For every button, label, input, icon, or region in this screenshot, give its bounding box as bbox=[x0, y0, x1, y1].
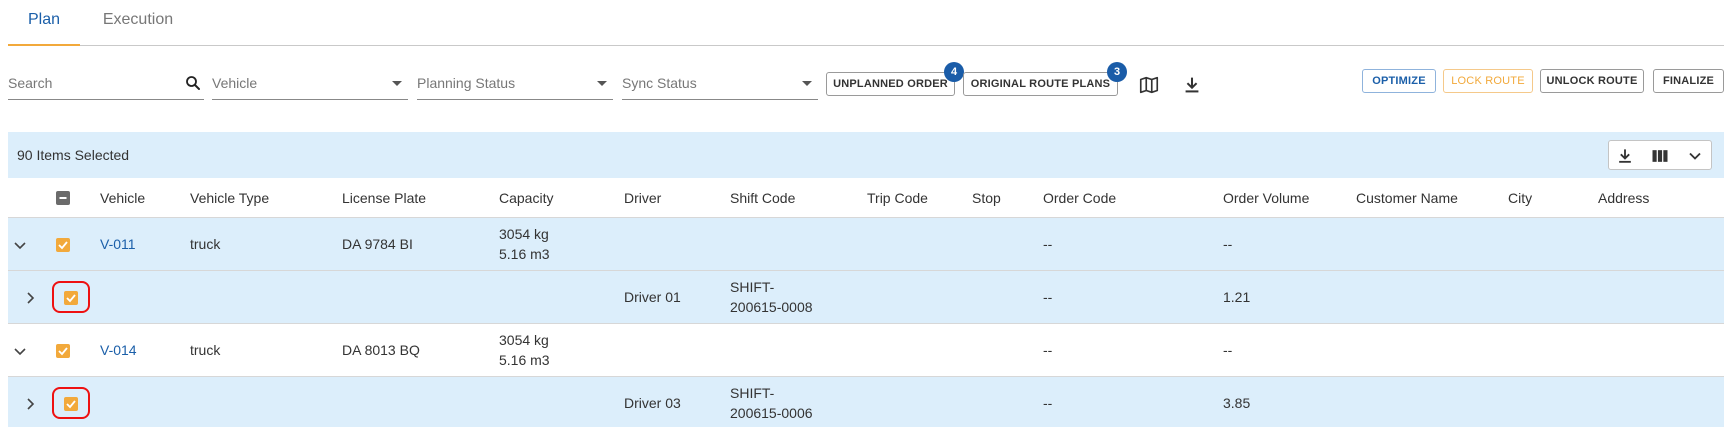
shift-code-line2: 200615-0008 bbox=[730, 299, 813, 315]
chevron-right-icon[interactable] bbox=[22, 396, 38, 412]
dropdown-caret-icon bbox=[597, 81, 607, 86]
license-plate-cell: DA 9784 BI bbox=[342, 236, 413, 252]
vehicle-link[interactable]: V-011 bbox=[100, 234, 136, 254]
unplanned-order-count-badge: 4 bbox=[944, 62, 964, 82]
dropdown-caret-icon bbox=[802, 81, 812, 86]
order-code-cell: -- bbox=[1043, 395, 1053, 411]
column-header-order-code[interactable]: Order Code bbox=[1043, 190, 1116, 206]
search-icon[interactable] bbox=[184, 74, 202, 92]
dropdown-caret-icon bbox=[392, 81, 402, 86]
order-volume-cell: 1.21 bbox=[1223, 289, 1251, 305]
column-header-vehicle[interactable]: Vehicle bbox=[100, 190, 145, 206]
shift-code-line1: SHIFT- bbox=[730, 385, 775, 401]
vehicle-select-placeholder: Vehicle bbox=[212, 75, 258, 91]
chevron-down-icon[interactable] bbox=[12, 343, 28, 359]
checkbox-checked-icon[interactable] bbox=[64, 291, 78, 305]
table-row[interactable]: V-014 truck DA 8013 BQ 3054 kg 5.16 m3 -… bbox=[8, 324, 1724, 377]
order-code-cell: -- bbox=[1043, 289, 1053, 305]
driver-cell: Driver 01 bbox=[624, 289, 681, 305]
license-plate-cell: DA 8013 BQ bbox=[342, 342, 420, 358]
column-header-order-volume[interactable]: Order Volume bbox=[1223, 190, 1309, 206]
column-header-stop[interactable]: Stop bbox=[972, 190, 1001, 206]
order-volume-cell: -- bbox=[1223, 236, 1233, 252]
table-tools bbox=[1608, 140, 1712, 170]
download-icon[interactable] bbox=[1181, 74, 1203, 96]
driver-cell: Driver 03 bbox=[624, 395, 681, 411]
checkbox-checked-icon[interactable] bbox=[64, 397, 78, 411]
column-header-capacity[interactable]: Capacity bbox=[499, 190, 553, 206]
selected-items-count: 90 Items Selected bbox=[17, 147, 130, 163]
column-header-vehicle-type[interactable]: Vehicle Type bbox=[190, 190, 269, 206]
download-icon[interactable] bbox=[1615, 146, 1635, 166]
optimize-button[interactable]: OPTIMIZE bbox=[1362, 69, 1436, 93]
chevron-down-icon[interactable] bbox=[1685, 146, 1705, 166]
column-header-license-plate[interactable]: License Plate bbox=[342, 190, 426, 206]
map-icon[interactable] bbox=[1138, 74, 1160, 96]
selection-bar: 90 Items Selected bbox=[8, 132, 1724, 178]
checkbox-indeterminate-icon[interactable] bbox=[56, 191, 70, 205]
vehicle-link[interactable]: V-014 bbox=[100, 340, 137, 360]
columns-icon[interactable] bbox=[1650, 146, 1670, 166]
table-row[interactable]: Driver 03 SHIFT- 200615-0006 -- 3.85 bbox=[8, 377, 1724, 427]
capacity-volume-cell: 5.16 m3 bbox=[499, 246, 550, 262]
checkbox-checked-icon[interactable] bbox=[56, 344, 70, 358]
shift-code-line2: 200615-0006 bbox=[730, 405, 813, 421]
column-header-customer-name[interactable]: Customer Name bbox=[1356, 190, 1458, 206]
column-header-address[interactable]: Address bbox=[1598, 190, 1649, 206]
vehicle-type-cell: truck bbox=[190, 342, 221, 358]
planning-status-placeholder: Planning Status bbox=[417, 75, 516, 91]
order-volume-cell: 3.85 bbox=[1223, 395, 1251, 411]
finalize-button[interactable]: FINALIZE bbox=[1653, 69, 1724, 93]
order-code-cell: -- bbox=[1043, 236, 1053, 252]
unplanned-order-button[interactable]: UNPLANNED ORDER bbox=[826, 72, 955, 96]
vehicle-select[interactable]: Vehicle bbox=[212, 64, 408, 100]
capacity-weight-cell: 3054 kg bbox=[499, 332, 549, 348]
column-header-shift-code[interactable]: Shift Code bbox=[730, 190, 795, 206]
checkbox-checked-icon[interactable] bbox=[56, 238, 70, 252]
planning-status-select[interactable]: Planning Status bbox=[417, 64, 613, 100]
shift-code-line1: SHIFT- bbox=[730, 279, 775, 295]
original-route-plans-button[interactable]: ORIGINAL ROUTE PLANS bbox=[963, 72, 1118, 96]
lock-route-button[interactable]: LOCK ROUTE bbox=[1443, 69, 1533, 93]
order-volume-cell: -- bbox=[1223, 342, 1233, 358]
tab-execution[interactable]: Execution bbox=[88, 0, 188, 46]
tab-bar: Plan Execution bbox=[8, 0, 1724, 46]
table-header: Vehicle Vehicle Type License Plate Capac… bbox=[8, 178, 1724, 218]
column-header-trip-code[interactable]: Trip Code bbox=[867, 190, 928, 206]
search-input[interactable]: Search bbox=[8, 64, 204, 100]
tab-plan[interactable]: Plan bbox=[8, 0, 80, 46]
sync-status-placeholder: Sync Status bbox=[622, 75, 697, 91]
original-route-plans-count-badge: 3 bbox=[1107, 62, 1127, 82]
chevron-right-icon[interactable] bbox=[22, 290, 38, 306]
unlock-route-button[interactable]: UNLOCK ROUTE bbox=[1540, 69, 1644, 93]
column-header-city[interactable]: City bbox=[1508, 190, 1532, 206]
table-row[interactable]: Driver 01 SHIFT- 200615-0008 -- 1.21 bbox=[8, 271, 1724, 324]
search-placeholder: Search bbox=[8, 75, 53, 91]
sync-status-select[interactable]: Sync Status bbox=[622, 64, 818, 100]
order-code-cell: -- bbox=[1043, 342, 1053, 358]
vehicle-type-cell: truck bbox=[190, 236, 221, 252]
chevron-down-icon[interactable] bbox=[12, 237, 28, 253]
table-row[interactable]: V-011 truck DA 9784 BI 3054 kg 5.16 m3 -… bbox=[8, 218, 1724, 271]
capacity-weight-cell: 3054 kg bbox=[499, 226, 549, 242]
capacity-volume-cell: 5.16 m3 bbox=[499, 352, 550, 368]
column-header-driver[interactable]: Driver bbox=[624, 190, 661, 206]
